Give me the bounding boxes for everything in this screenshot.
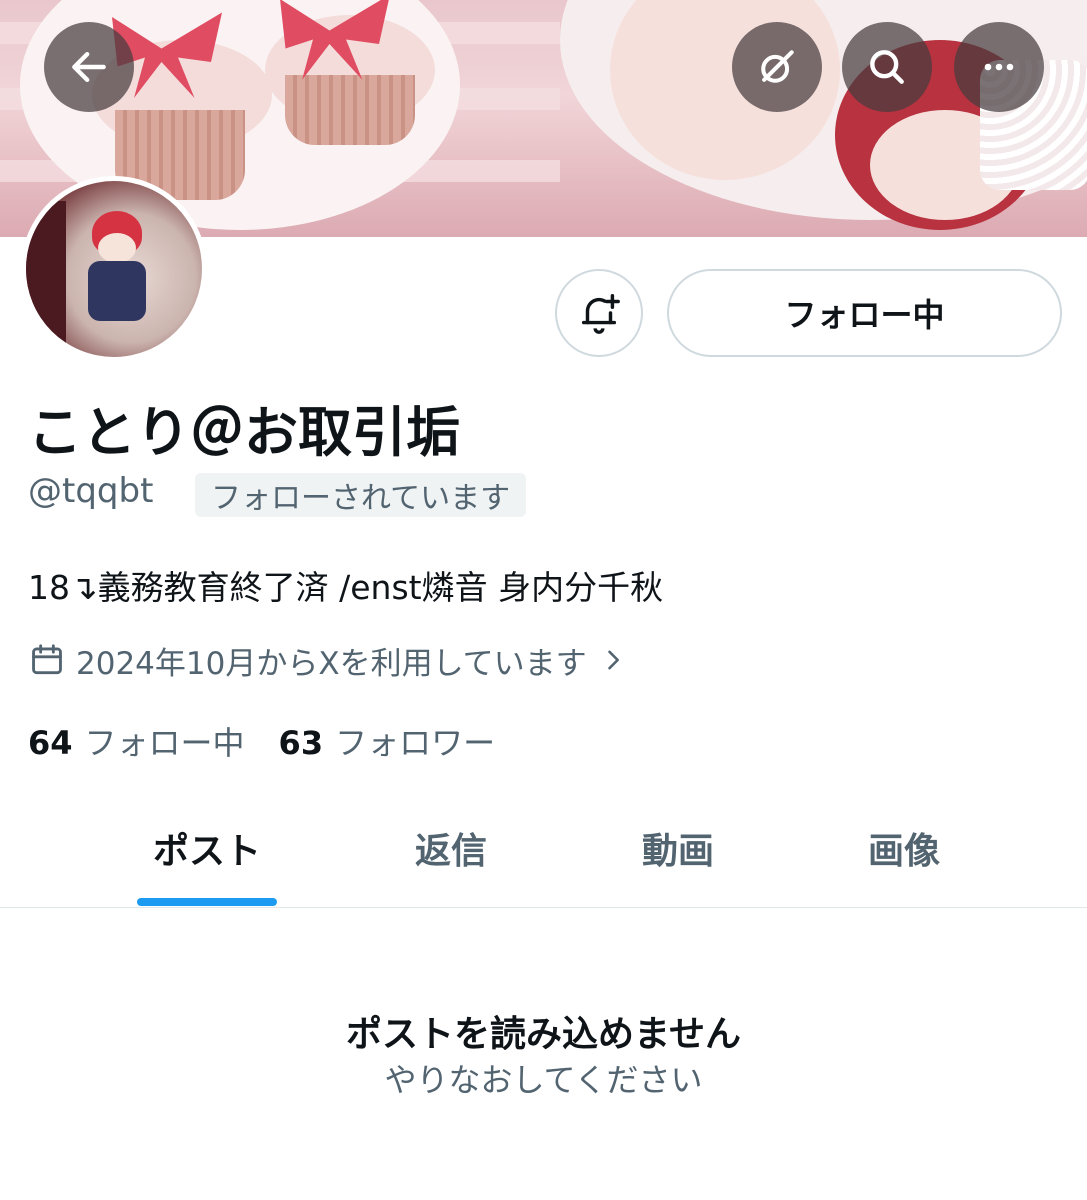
search-button[interactable] (842, 22, 932, 112)
notifications-button[interactable] (555, 269, 643, 357)
followers-link[interactable]: 63 フォロワー (279, 718, 496, 764)
profile-tabs: ポスト 返信 動画 画像 (0, 790, 1087, 908)
avatar[interactable] (21, 176, 207, 362)
joined-date[interactable]: 2024年10月からXを利用しています (28, 638, 637, 682)
arrow-left-icon (72, 51, 106, 83)
follows-you-badge: フォローされています (195, 473, 527, 517)
search-icon (870, 50, 904, 84)
following-label: フォロー中 (84, 724, 245, 762)
grok-icon (761, 50, 794, 83)
active-tab-indicator (137, 898, 277, 906)
avatar-image (26, 181, 202, 357)
tab-replies[interactable]: 返信 (336, 790, 566, 906)
following-link[interactable]: 64 フォロー中 (28, 718, 245, 764)
following-count: 64 (28, 724, 73, 762)
more-icon (984, 63, 1014, 71)
tab-images[interactable]: 画像 (789, 790, 1019, 906)
chevron-right-icon (607, 650, 619, 670)
handle: @tqqbt (28, 471, 154, 511)
following-button[interactable]: フォロー中 (667, 269, 1062, 357)
retry-message[interactable]: やりなおしてください (0, 1055, 1087, 1101)
error-title: ポストを読み込めません (346, 1014, 741, 1055)
calendar-icon (32, 644, 62, 675)
tab-videos[interactable]: 動画 (563, 790, 793, 906)
display-name: ことり＠お取引垢 (28, 401, 460, 464)
followers-label: フォロワー (335, 724, 496, 762)
more-button[interactable] (954, 22, 1044, 112)
back-button[interactable] (44, 22, 134, 112)
bell-plus-icon (581, 294, 620, 334)
grok-button[interactable] (732, 22, 822, 112)
joined-text: 2024年10月からXを利用しています (76, 645, 587, 682)
bio: 18↴義務教育終了済 /enst燐音 身内分千秋 (28, 568, 664, 607)
follow-counts: 64 フォロー中 63 フォロワー (28, 718, 495, 764)
tab-posts[interactable]: ポスト (92, 790, 322, 906)
followers-count: 63 (278, 724, 324, 762)
